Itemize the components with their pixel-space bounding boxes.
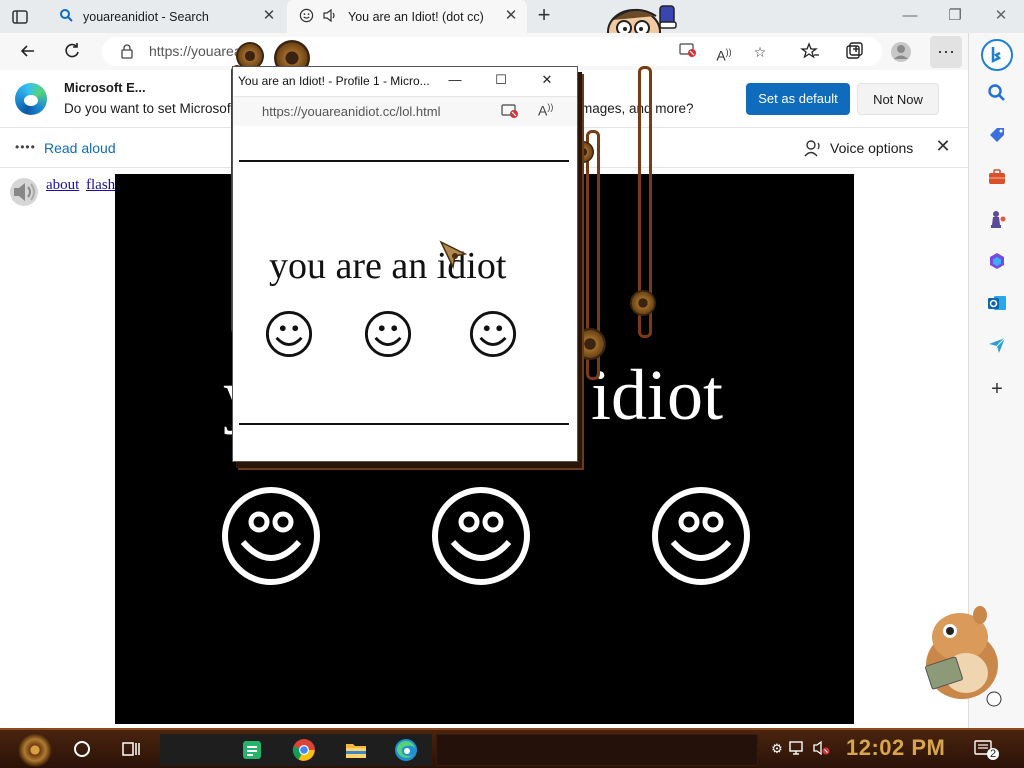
search-icon[interactable] [74, 741, 90, 757]
read-aloud-handle-icon[interactable]: •••• [15, 140, 36, 154]
popup-title: You are an Idiot! - Profile 1 - Micro... [238, 74, 430, 88]
taskbar: ⚙ 12:02 PM 2 [0, 728, 1024, 768]
set-as-default-button[interactable]: Set as default [746, 83, 850, 115]
taskbar-empty-area [436, 734, 758, 766]
smiley-icon [651, 486, 751, 586]
smiley-icon [265, 310, 313, 358]
notes-app-icon[interactable] [240, 738, 264, 762]
popup-maximize-button[interactable]: ☐ [493, 72, 509, 88]
block-icon[interactable] [501, 103, 519, 124]
popup-address-bar[interactable]: https://youareanidiot.cc/lol.html A)) [233, 96, 577, 126]
browser-toolbar: https://youarea A)) ☆ ··· [0, 33, 968, 70]
clock[interactable]: 12:02 PM [846, 735, 945, 761]
profile-icon[interactable] [890, 41, 912, 63]
notification-icon[interactable]: 2 [973, 738, 1000, 760]
read-aloud-icon[interactable]: A)) [538, 102, 553, 119]
emoji-icon [299, 8, 314, 26]
voice-options-icon[interactable] [803, 138, 823, 158]
file-explorer-icon[interactable] [344, 738, 368, 762]
edge-logo-icon [15, 83, 47, 115]
minimize-button[interactable]: — [900, 6, 920, 26]
refresh-icon[interactable] [61, 41, 83, 63]
smiley-icon [221, 486, 321, 586]
popup-url-text[interactable]: https://youareanidiot.cc/lol.html [262, 104, 440, 119]
tab-strip: youareanidiot - Search ✕ You are an Idio… [0, 0, 1024, 33]
notification-count: 2 [987, 748, 1000, 760]
bing-icon[interactable] [981, 39, 1013, 71]
lock-icon[interactable] [120, 44, 134, 59]
new-tab-button[interactable]: + [533, 4, 555, 27]
favorites-icon[interactable] [799, 41, 821, 63]
games-icon[interactable] [987, 209, 1007, 229]
address-bar[interactable]: https://youarea A)) ☆ [102, 37, 882, 66]
back-icon[interactable] [17, 41, 39, 63]
tab-search[interactable]: youareanidiot - Search ✕ [47, 0, 285, 33]
gear-icon [630, 290, 656, 316]
read-aloud-icon[interactable]: A)) [714, 42, 734, 64]
gear-icon [574, 328, 606, 360]
close-read-aloud-icon[interactable]: ✕ [933, 136, 953, 156]
tools-icon[interactable] [987, 167, 1007, 187]
pinned-apps [160, 734, 432, 766]
infobar-text-tail: images, and more? [578, 101, 694, 116]
cursor-icon [439, 240, 469, 275]
smiley-icon [469, 310, 517, 358]
close-tab-icon[interactable]: ✕ [261, 8, 277, 24]
smiley-icon [431, 486, 531, 586]
favorite-add-icon[interactable]: ☆ [750, 42, 770, 62]
search-icon [59, 8, 73, 25]
chevron-up-icon[interactable]: ⚙ [768, 740, 786, 758]
add-icon[interactable]: + [987, 379, 1007, 399]
sound-icon[interactable] [322, 8, 338, 26]
infobar-text: Do you want to set Microsoft [64, 101, 235, 116]
flash-link[interactable]: flash [86, 177, 115, 194]
close-window-button[interactable]: ✕ [991, 6, 1011, 26]
close-tab-icon[interactable]: ✕ [503, 8, 519, 24]
task-view-icon[interactable] [121, 740, 141, 758]
shopping-tag-icon[interactable] [987, 125, 1007, 145]
big-text-right: idiot [591, 355, 724, 435]
more-icon[interactable]: ··· [930, 36, 962, 68]
collections-icon[interactable] [843, 41, 865, 63]
chrome-icon[interactable] [292, 738, 316, 762]
speaker-icon[interactable] [8, 176, 40, 208]
tab-actions-icon[interactable] [10, 7, 30, 27]
start-button-icon[interactable] [18, 733, 52, 767]
about-link[interactable]: about [46, 177, 79, 194]
outlook-icon[interactable] [987, 293, 1007, 313]
tab-you-are-an-idiot[interactable]: You are an Idiot! (dot cc) ✕ [287, 0, 527, 33]
tab-label: youareanidiot - Search [83, 9, 209, 24]
popup-text: you are an idiot [269, 245, 507, 287]
infobar-title: Microsoft E... [64, 80, 146, 95]
tab-label: You are an Idiot! (dot cc) [348, 9, 484, 24]
send-icon[interactable] [987, 335, 1007, 355]
voice-options-label[interactable]: Voice options [830, 140, 913, 156]
smiley-icon [364, 310, 412, 358]
restore-button[interactable]: ❐ [945, 6, 965, 26]
read-aloud-label[interactable]: Read aloud [44, 140, 116, 156]
edge-icon[interactable] [394, 738, 418, 762]
popup-stage: you are an idiot [239, 160, 569, 425]
popup-minimize-button[interactable]: — [447, 72, 463, 88]
url-text[interactable]: https://youarea [149, 43, 242, 59]
popup-window[interactable]: You are an Idiot! - Profile 1 - Micro...… [232, 66, 578, 462]
block-icon[interactable] [678, 42, 698, 62]
search-icon[interactable] [987, 83, 1007, 103]
not-now-button[interactable]: Not Now [857, 83, 939, 115]
hamster-mascot [910, 603, 1006, 708]
network-icon[interactable] [788, 740, 806, 758]
office-icon[interactable] [987, 251, 1007, 271]
volume-muted-icon[interactable] [812, 740, 830, 758]
popup-close-button[interactable]: ✕ [539, 72, 555, 88]
